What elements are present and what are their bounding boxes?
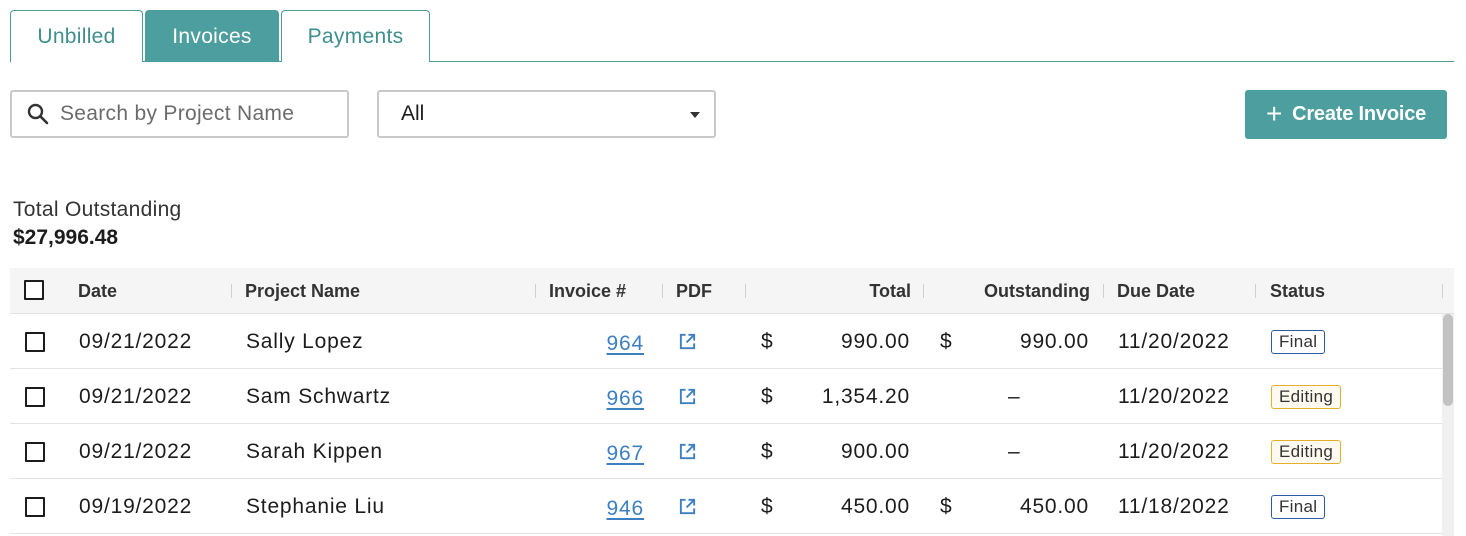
external-link-icon[interactable]: [678, 424, 697, 479]
row-project-name: Sarah Kippen: [246, 439, 383, 463]
table-header: Date Project Name Invoice # PDF Total Ou…: [10, 268, 1454, 314]
row-project-name: Sally Lopez: [246, 329, 364, 353]
row-due-date: 11/20/2022: [1118, 329, 1230, 353]
tab-invoices[interactable]: Invoices: [145, 10, 279, 62]
column-header-status[interactable]: Status: [1270, 268, 1325, 314]
column-header-outstanding[interactable]: Outstanding: [970, 268, 1090, 314]
row-invoice-cell: 966: [580, 371, 644, 426]
scrollbar-thumb[interactable]: [1443, 314, 1453, 406]
tab-payments[interactable]: Payments: [281, 10, 430, 62]
row-checkbox[interactable]: [25, 332, 45, 352]
invoices-table: Date Project Name Invoice # PDF Total Ou…: [10, 268, 1454, 536]
row-total: 1,354.20: [821, 384, 910, 408]
status-filter-value: All: [401, 102, 425, 125]
row-outstanding: 990.00: [1019, 329, 1089, 353]
row-total-currency: $: [761, 494, 774, 518]
row-invoice-cell: 946: [580, 481, 644, 536]
row-date: 09/19/2022: [79, 494, 193, 518]
status-filter-select[interactable]: All: [377, 90, 716, 138]
table-row[interactable]: 09/21/2022 Sarah Kippen 967 $ 900.00 – 1…: [10, 424, 1442, 479]
table-scrollbar[interactable]: [1442, 314, 1454, 536]
row-due-date: 11/20/2022: [1118, 439, 1230, 463]
row-total-currency: $: [761, 329, 774, 353]
column-divider: [1442, 284, 1443, 298]
column-header-due-date[interactable]: Due Date: [1117, 268, 1195, 314]
row-outstanding: –: [1008, 384, 1021, 408]
row-total: 450.00: [840, 494, 910, 518]
column-divider: [231, 284, 232, 298]
invoice-number-link[interactable]: 966: [607, 387, 644, 411]
search-icon: [27, 103, 49, 125]
invoice-number-link[interactable]: 967: [607, 442, 644, 466]
tab-bar: Unbilled Invoices Payments: [10, 10, 1454, 62]
row-total: 990.00: [840, 329, 910, 353]
row-checkbox[interactable]: [25, 497, 45, 517]
search-box: [10, 90, 349, 138]
row-invoice-cell: 967: [580, 426, 644, 481]
total-outstanding-value: $27,996.48: [13, 226, 119, 249]
row-project-name: Sam Schwartz: [246, 384, 391, 408]
table-row[interactable]: 09/21/2022 Sally Lopez 964 $ 990.00 $ 99…: [10, 314, 1442, 369]
row-checkbox[interactable]: [25, 387, 45, 407]
row-date: 09/21/2022: [79, 384, 193, 408]
row-total-currency: $: [761, 384, 774, 408]
select-all-checkbox[interactable]: [24, 280, 44, 300]
invoice-number-link[interactable]: 964: [607, 332, 644, 356]
column-divider: [923, 284, 924, 298]
search-input[interactable]: [60, 102, 330, 126]
row-outstanding-currency: $: [940, 494, 953, 518]
table-row[interactable]: 09/19/2022 Stephanie Liu 946 $ 450.00 $ …: [10, 479, 1442, 534]
status-badge: Editing: [1271, 384, 1342, 409]
row-outstanding: 450.00: [1019, 494, 1089, 518]
column-header-project[interactable]: Project Name: [245, 268, 360, 314]
tab-unbilled[interactable]: Unbilled: [10, 10, 143, 62]
row-total: 900.00: [840, 439, 910, 463]
column-header-date[interactable]: Date: [78, 268, 117, 314]
table-row[interactable]: 09/21/2022 Sam Schwartz 966 $ 1,354.20 –…: [10, 369, 1442, 424]
column-divider: [662, 284, 663, 298]
row-date: 09/21/2022: [79, 329, 193, 353]
total-outstanding-label: Total Outstanding: [13, 198, 182, 221]
row-project-name: Stephanie Liu: [246, 494, 385, 518]
external-link-icon[interactable]: [678, 314, 697, 369]
column-header-total[interactable]: Total: [800, 268, 911, 314]
row-due-date: 11/20/2022: [1118, 384, 1230, 408]
column-divider: [745, 284, 746, 298]
row-status-cell: Editing: [1271, 369, 1342, 424]
invoice-number-link[interactable]: 946: [607, 497, 644, 521]
row-invoice-cell: 964: [580, 316, 644, 371]
row-total-currency: $: [761, 439, 774, 463]
external-link-icon[interactable]: [678, 479, 697, 534]
chevron-down-icon: [690, 112, 700, 118]
column-divider: [1255, 284, 1256, 298]
table-body: 09/21/2022 Sally Lopez 964 $ 990.00 $ 99…: [10, 314, 1454, 536]
create-invoice-label: Create Invoice: [1292, 103, 1427, 125]
external-link-icon[interactable]: [678, 369, 697, 424]
row-status-cell: Final: [1271, 479, 1326, 534]
row-checkbox[interactable]: [25, 442, 45, 462]
status-badge: Final: [1271, 494, 1326, 519]
row-status-cell: Final: [1271, 314, 1326, 369]
row-due-date: 11/18/2022: [1118, 494, 1230, 518]
row-status-cell: Editing: [1271, 424, 1342, 479]
status-badge: Editing: [1271, 439, 1342, 464]
create-invoice-button[interactable]: + Create Invoice: [1245, 90, 1447, 139]
column-header-pdf: PDF: [676, 280, 712, 301]
plus-icon: +: [1265, 97, 1283, 129]
column-header-invoice[interactable]: Invoice #: [549, 268, 626, 314]
column-divider: [1103, 284, 1104, 298]
row-outstanding-currency: $: [940, 329, 953, 353]
status-badge: Final: [1271, 329, 1326, 354]
row-outstanding: –: [1008, 439, 1021, 463]
column-divider: [535, 284, 536, 298]
row-date: 09/21/2022: [79, 439, 193, 463]
